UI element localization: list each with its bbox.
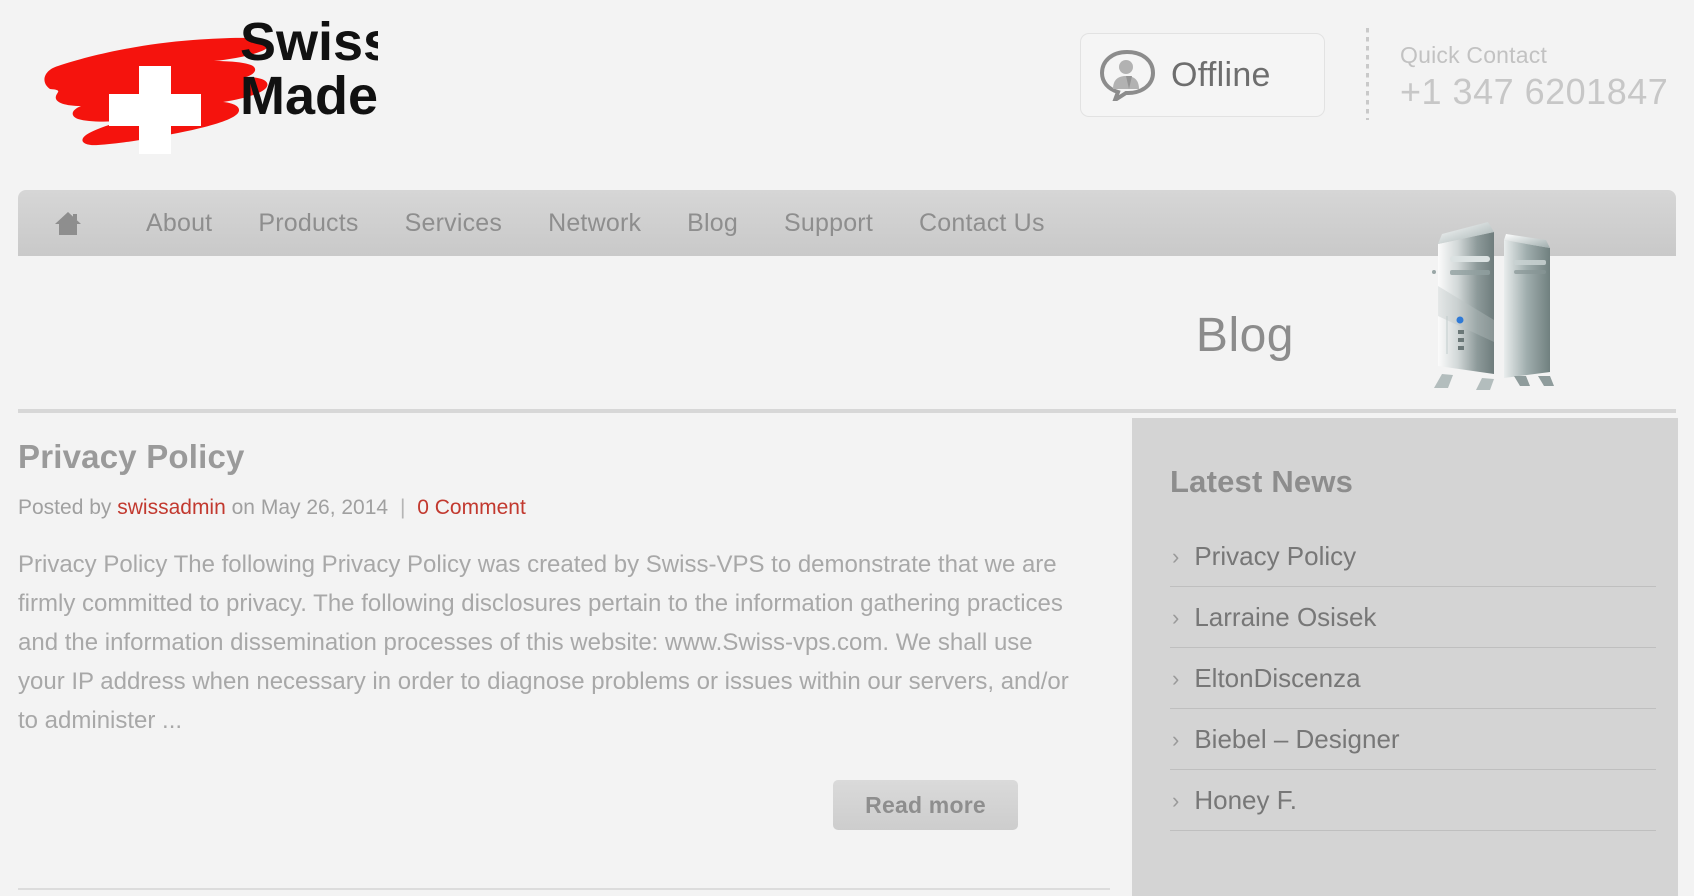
- quick-contact-label: Quick Contact: [1400, 42, 1548, 68]
- nav-item-home[interactable]: [53, 208, 83, 238]
- meta-separator: |: [399, 496, 406, 519]
- server-towers-image: [1418, 216, 1568, 396]
- nav-item-support[interactable]: Support: [761, 209, 896, 238]
- post-author-link[interactable]: swissadmin: [117, 496, 226, 519]
- banner-divider: [18, 409, 1676, 413]
- svg-text:Made: Made: [240, 66, 378, 126]
- quick-contact: Quick Contact +1 347 6201847: [1400, 42, 1668, 113]
- content-area: Privacy Policy Posted by swissadmin on M…: [0, 418, 1694, 896]
- chevron-right-icon: ›: [1172, 543, 1180, 569]
- nav-item-network[interactable]: Network: [525, 209, 664, 238]
- post-bottom-divider: [18, 888, 1110, 890]
- page-banner: Blog: [0, 222, 1694, 413]
- nav-item-about[interactable]: About: [123, 209, 235, 238]
- post-on-label: on: [231, 496, 255, 519]
- quick-contact-phone[interactable]: +1 347 6201847: [1400, 71, 1668, 113]
- header-dotted-divider: [1366, 28, 1369, 120]
- svg-text:Swiss: Swiss: [240, 12, 378, 72]
- list-item[interactable]: › Larraine Osisek: [1170, 587, 1656, 648]
- chevron-right-icon: ›: [1172, 787, 1180, 813]
- list-item[interactable]: › Honey F.: [1170, 770, 1656, 831]
- chevron-right-icon: ›: [1172, 604, 1180, 630]
- blog-post: Privacy Policy Posted by swissadmin on M…: [18, 418, 1130, 896]
- nav-item-services[interactable]: Services: [382, 209, 525, 238]
- page-title: Blog: [1195, 309, 1294, 362]
- post-excerpt: Privacy Policy The following Privacy Pol…: [18, 551, 1069, 734]
- page-root: Swiss Made Offline Quick Contact +1 347 …: [0, 0, 1694, 896]
- posted-by-label: Posted by: [18, 496, 112, 519]
- site-header: Swiss Made Offline Quick Contact +1 347 …: [0, 0, 1694, 180]
- latest-news-link[interactable]: Larraine Osisek: [1194, 602, 1376, 633]
- post-date: May 26, 2014: [260, 496, 389, 519]
- latest-news-link[interactable]: Privacy Policy: [1194, 541, 1356, 572]
- latest-news-heading: Latest News: [1170, 464, 1354, 499]
- home-icon: [53, 208, 83, 238]
- list-item[interactable]: › Biebel – Designer: [1170, 709, 1656, 770]
- list-item[interactable]: › Privacy Policy: [1170, 526, 1656, 587]
- chevron-right-icon: ›: [1172, 665, 1180, 691]
- nav-item-contact-us[interactable]: Contact Us: [896, 209, 1068, 238]
- post-meta: Posted by swissadmin on May 26, 2014 | 0…: [18, 496, 1130, 520]
- read-more-wrapper: Read more: [833, 780, 1018, 830]
- latest-news-list: › Privacy Policy › Larraine Osisek › Elt…: [1170, 526, 1656, 831]
- nav-item-products[interactable]: Products: [235, 209, 381, 238]
- latest-news-link[interactable]: Honey F.: [1194, 785, 1297, 816]
- latest-news-link[interactable]: EltonDiscenza: [1194, 663, 1360, 694]
- swiss-made-logo[interactable]: Swiss Made: [18, 4, 378, 174]
- chevron-right-icon: ›: [1172, 726, 1180, 752]
- list-item[interactable]: › EltonDiscenza: [1170, 648, 1656, 709]
- chat-person-icon: [1099, 49, 1161, 105]
- chat-status-label: Offline: [1171, 55, 1271, 94]
- nav-item-blog[interactable]: Blog: [664, 209, 761, 238]
- chat-status-button[interactable]: Offline: [1080, 33, 1325, 117]
- post-title[interactable]: Privacy Policy: [18, 438, 1130, 476]
- read-more-button[interactable]: Read more: [833, 780, 1018, 830]
- post-comments-link[interactable]: 0 Comment: [417, 496, 526, 519]
- latest-news-link[interactable]: Biebel – Designer: [1194, 724, 1399, 755]
- sidebar: Latest News › Privacy Policy › Larraine …: [1132, 418, 1678, 896]
